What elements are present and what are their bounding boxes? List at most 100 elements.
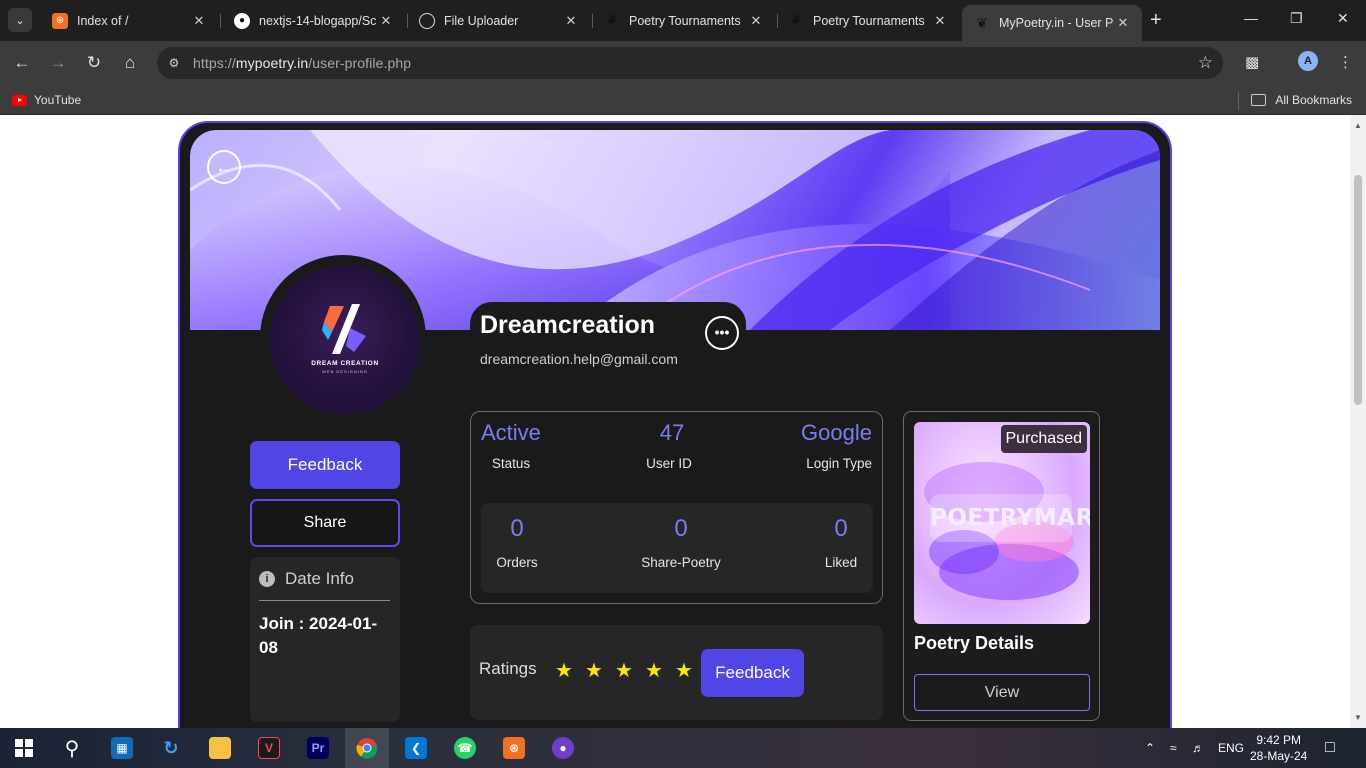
close-window-icon[interactable]: ✕ <box>1337 10 1349 27</box>
windows-taskbar: ⚲ ▦ ↻ V Pr ❮ ☎ ⊛ ● ⌃ ≈ ♬ ENG 9:42 PM 28-… <box>0 728 1366 768</box>
folder-icon <box>1251 94 1267 106</box>
profile-name: Dreamcreation <box>480 311 656 339</box>
close-tab-icon[interactable]: ✕ <box>747 13 765 29</box>
minimize-icon[interactable]: — <box>1244 10 1258 26</box>
taskbar-vscode[interactable]: ❮ <box>394 728 438 768</box>
close-tab-icon[interactable]: ✕ <box>377 13 395 29</box>
network-icon[interactable]: ≈ <box>1170 728 1177 768</box>
tab-github[interactable]: ● nextjs-14-blogapp/Sc ✕ <box>222 5 405 36</box>
taskbar-premiere[interactable]: Pr <box>296 728 340 768</box>
product-title: Poetry Details <box>914 633 1035 653</box>
whatsapp-icon: ☎ <box>454 737 476 759</box>
divider <box>259 600 390 601</box>
stat-value: 0 <box>510 515 524 542</box>
feedback-button[interactable]: Feedback <box>250 441 400 489</box>
stat-label: Liked <box>824 555 858 570</box>
tab-file-uploader[interactable]: File Uploader ✕ <box>407 5 590 36</box>
page-scrollbar[interactable]: ▲ ▼ <box>1350 115 1366 728</box>
view-button[interactable]: View <box>914 674 1090 711</box>
xampp-icon: ⊛ <box>503 737 525 759</box>
tab-mypoetry-profile[interactable]: ❦ MyPoetry.in - User Pr ✕ <box>962 5 1142 41</box>
star-rating: ★ ★ ★ ★ ★ <box>549 658 699 683</box>
clock-time: 9:42 PM <box>1256 733 1302 747</box>
activity-stats: 0 Orders 0 Share-Poetry 0 Liked <box>481 503 873 593</box>
bookmark-star-icon[interactable]: ☆ <box>1198 53 1213 73</box>
tab-index[interactable]: ⊛ Index of / ✕ <box>40 5 218 36</box>
tab-poetry-tournaments-1[interactable]: ❦ Poetry Tournaments ✕ <box>592 5 775 36</box>
join-date: Join : 2024-01-08 <box>259 614 378 657</box>
close-tab-icon[interactable]: ✕ <box>1114 15 1132 31</box>
ratings-feedback-button[interactable]: Feedback <box>701 649 804 697</box>
restore-icon[interactable]: ❐ <box>1290 10 1303 27</box>
notifications-icon[interactable]: □ <box>1325 728 1335 768</box>
stats-panel: Active Status 47 User ID Google Login Ty… <box>470 411 883 604</box>
taskbar-store[interactable]: ▦ <box>100 728 144 768</box>
scroll-down-icon[interactable]: ▼ <box>1354 713 1362 722</box>
forward-arrow-icon[interactable]: → <box>48 53 68 73</box>
feather-icon: ❦ <box>606 12 618 28</box>
stat-value: Active <box>481 420 541 445</box>
taskbar-sync[interactable]: ↻ <box>149 728 193 768</box>
reload-icon[interactable]: ↻ <box>84 53 104 73</box>
ratings-label: Ratings <box>479 659 537 678</box>
scrollbar-thumb[interactable] <box>1354 175 1362 405</box>
stat-label: Login Type <box>806 456 872 471</box>
start-button[interactable] <box>2 728 46 768</box>
star-icon: ★ <box>615 660 633 682</box>
taskbar-file-explorer[interactable] <box>198 728 242 768</box>
back-arrow-icon[interactable]: ← <box>12 53 32 73</box>
tab-divider <box>220 14 221 28</box>
back-button[interactable]: ← <box>207 150 241 184</box>
taskbar-chrome[interactable] <box>345 728 389 768</box>
scroll-up-icon[interactable]: ▲ <box>1354 121 1362 130</box>
taskbar-whatsapp[interactable]: ☎ <box>443 728 487 768</box>
stat-value: 0 <box>834 515 848 542</box>
taskbar-xampp[interactable]: ⊛ <box>492 728 536 768</box>
star-icon: ★ <box>555 660 573 682</box>
close-tab-icon[interactable]: ✕ <box>562 13 580 29</box>
profile-email: dreamcreation.help@gmail.com <box>480 351 678 367</box>
profile-avatar[interactable]: A <box>1298 51 1318 71</box>
stat-orders: 0 Orders <box>495 515 539 570</box>
github-desktop-icon: ● <box>552 737 574 759</box>
address-bar[interactable]: ⚙ https://mypoetry.in/user-profile.php ☆ <box>157 47 1223 79</box>
close-tab-icon[interactable]: ✕ <box>931 13 949 29</box>
feather-icon: ❦ <box>976 14 988 31</box>
stat-label: Share-Poetry <box>641 555 721 570</box>
tab-poetry-tournaments-2[interactable]: ❦ Poetry Tournaments ✕ <box>776 5 959 36</box>
logo-subtitle: WEB DESIGNING <box>322 369 368 374</box>
extensions-icon[interactable]: ▩ <box>1245 53 1259 71</box>
new-tab-button[interactable]: + <box>1150 9 1162 31</box>
profile-avatar-image: DREAM CREATION WEB DESIGNING <box>270 265 420 415</box>
more-options-button[interactable]: ••• <box>705 316 739 350</box>
dream-creation-logo-icon <box>322 304 366 354</box>
logo-text: DREAM CREATION <box>311 360 379 367</box>
tray-overflow-icon[interactable]: ⌃ <box>1145 728 1155 768</box>
arrow-left-icon: ← <box>215 157 233 177</box>
clock-date: 28-May-24 <box>1250 749 1308 763</box>
profile-card: ← DREAM CREATION WEB DESIGNING Dreamcrea… <box>190 130 1160 728</box>
tab-strip: ⌄ ⊛ Index of / ✕ ● nextjs-14-blogapp/Sc … <box>0 0 1366 41</box>
language-indicator[interactable]: ENG <box>1218 728 1244 768</box>
taskbar-github-desktop[interactable]: ● <box>541 728 585 768</box>
valorant-icon: V <box>258 737 280 759</box>
share-button[interactable]: Share <box>250 499 400 547</box>
site-settings-icon[interactable]: ⚙ <box>165 54 183 72</box>
date-info-heading: i Date Info <box>259 569 354 589</box>
taskbar-search[interactable]: ⚲ <box>50 728 94 768</box>
close-tab-icon[interactable]: ✕ <box>190 13 208 29</box>
volume-icon[interactable]: ♬ <box>1192 728 1204 768</box>
bookmark-youtube[interactable]: YouTube <box>12 93 81 107</box>
stat-liked: 0 Liked <box>819 515 863 570</box>
product-thumbnail[interactable]: POETRYMART Purchased <box>914 422 1090 624</box>
home-icon[interactable]: ⌂ <box>120 53 140 73</box>
xampp-icon: ⊛ <box>52 12 68 29</box>
stat-share-poetry: 0 Share-Poetry <box>631 515 731 570</box>
menu-kebab-icon[interactable]: ⋮ <box>1338 53 1353 71</box>
tab-search-button[interactable]: ⌄ <box>8 8 32 32</box>
system-clock[interactable]: 9:42 PM 28-May-24 <box>1250 732 1307 764</box>
all-bookmarks[interactable]: All Bookmarks <box>1251 93 1352 107</box>
bookmarks-bar: YouTube All Bookmarks <box>0 86 1366 115</box>
sync-icon: ↻ <box>163 737 179 758</box>
taskbar-valorant[interactable]: V <box>247 728 291 768</box>
